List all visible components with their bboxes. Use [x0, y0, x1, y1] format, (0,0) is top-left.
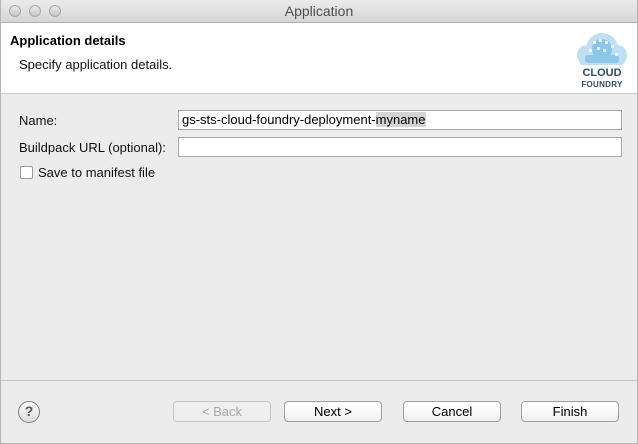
cancel-button[interactable]: Cancel — [403, 401, 501, 422]
page-description: Specify application details. — [19, 57, 173, 72]
page-title: Application details — [10, 33, 126, 48]
buildpack-url-input[interactable] — [178, 137, 622, 157]
save-to-manifest-label[interactable]: Save to manifest file — [38, 165, 155, 180]
name-input-text: gs-sts-cloud-foundry-deployment- — [182, 112, 376, 127]
next-button[interactable]: Next > — [284, 401, 382, 422]
logo-text-cloud: CLOUD — [582, 67, 622, 79]
footer-divider — [1, 380, 637, 381]
wizard-header: Application details Specify application … — [1, 23, 637, 94]
back-button[interactable]: < Back — [173, 401, 271, 422]
save-to-manifest-checkbox[interactable] — [20, 166, 33, 179]
name-input-selection: myname — [375, 112, 426, 127]
application-dialog: Application Application details Specify … — [0, 0, 638, 444]
window-title: Application — [284, 3, 354, 19]
logo-text-foundry: FOUNDRY — [581, 80, 623, 89]
finish-button[interactable]: Finish — [521, 401, 619, 422]
help-icon[interactable]: ? — [18, 401, 40, 423]
title-bar: Application — [1, 0, 637, 23]
buildpack-url-label: Buildpack URL (optional): — [19, 140, 166, 155]
name-label: Name: — [19, 113, 58, 128]
name-input[interactable]: gs-sts-cloud-foundry-deployment-myname — [178, 110, 622, 130]
